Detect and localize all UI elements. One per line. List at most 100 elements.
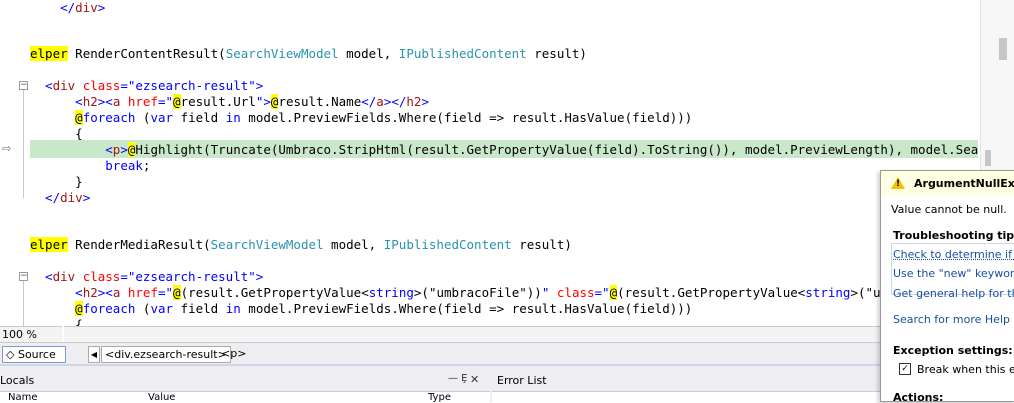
scrollbar-thumb[interactable] xyxy=(999,38,1007,60)
column-type-header[interactable]: Type xyxy=(428,392,451,403)
code-token: SearchViewModel xyxy=(225,46,339,61)
code-line[interactable]: </div> xyxy=(30,0,105,16)
locals-title[interactable]: Locals xyxy=(0,374,34,387)
exception-message: Value cannot be null. xyxy=(891,203,1007,216)
code-token: foreach xyxy=(82,301,136,316)
code-token: foreach xyxy=(82,110,136,125)
code-line[interactable]: </div> xyxy=(30,190,90,206)
code-token: in xyxy=(225,110,241,125)
column-value-header[interactable]: Value xyxy=(148,392,175,403)
breadcrumb-back-icon[interactable]: ◀ xyxy=(88,346,100,363)
code-line[interactable]: break; xyxy=(30,158,150,174)
code-token: @ xyxy=(173,94,181,109)
code-token: model.PreviewFields.Where(field => resul… xyxy=(240,110,693,125)
code-token: > xyxy=(421,94,429,109)
tip-link[interactable]: Use the "new" keyword xyxy=(893,267,1014,280)
exception-title: ArgumentNullExc xyxy=(914,177,1014,190)
code-token: ></ xyxy=(383,94,407,109)
collapse-toggle[interactable]: − xyxy=(19,272,28,281)
code-token: { xyxy=(30,126,83,141)
scrollbar-thumb[interactable] xyxy=(985,150,991,166)
error-list-title[interactable]: Error List xyxy=(497,374,547,387)
code-token: > xyxy=(97,0,106,15)
tip-link[interactable]: Get general help for this xyxy=(893,287,1014,300)
code-token: SearchViewModel xyxy=(210,237,324,252)
breadcrumb-item[interactable]: <p> xyxy=(218,346,249,361)
code-token: string xyxy=(368,285,414,300)
code-token: model.PreviewFields.Where(field => resul… xyxy=(240,301,693,316)
locals-header-row: Name Value Type xyxy=(0,391,490,403)
code-token: < xyxy=(30,269,53,284)
pin-icon[interactable]: — Ȩ xyxy=(448,373,468,384)
break-checkbox[interactable]: ✓ xyxy=(899,363,911,375)
settings-title: Exception settings: xyxy=(893,344,1013,357)
code-token: model, xyxy=(323,237,384,252)
code-token: elper xyxy=(30,237,68,252)
code-token: > xyxy=(82,190,91,205)
code-token: RenderContentResult( xyxy=(67,46,226,61)
close-icon[interactable]: ✕ xyxy=(470,373,479,386)
code-token: IPublishedContent xyxy=(383,237,512,252)
zoom-level[interactable]: 100 % xyxy=(0,326,62,343)
code-line[interactable]: @foreach (var field in model.PreviewFiel… xyxy=(30,301,692,317)
code-token: class xyxy=(82,78,121,93)
code-line[interactable]: <div class="ezsearch-result"> xyxy=(30,78,263,94)
code-token: IPublishedContent xyxy=(398,46,527,61)
exception-assistant-popup: ! ArgumentNullExc Value cannot be null. … xyxy=(880,170,1014,402)
code-line[interactable]: @foreach (var field in model.PreviewFiel… xyxy=(30,110,692,126)
code-token: result) xyxy=(511,237,572,252)
horizontal-scrollbar[interactable] xyxy=(64,326,880,343)
code-token: =" xyxy=(594,285,610,300)
code-token: >< xyxy=(97,285,113,300)
break-label: Break when this ex xyxy=(917,363,1014,376)
code-line[interactable]: <h2><a href="@(result.GetPropertyValue<s… xyxy=(30,285,948,301)
code-token: >("umbracoFile")) xyxy=(413,285,542,300)
code-token: </ xyxy=(30,190,61,205)
code-token: href xyxy=(127,94,158,109)
code-token: field xyxy=(173,110,226,125)
code-token: (result.GetPropertyValue< xyxy=(617,285,806,300)
code-token: ; xyxy=(142,158,151,173)
outline-line xyxy=(23,277,24,326)
code-token: < xyxy=(30,94,83,109)
code-line[interactable]: } xyxy=(30,174,83,190)
code-line[interactable]: elper RenderContentResult(SearchViewMode… xyxy=(30,46,587,62)
code-token: "> xyxy=(255,94,271,109)
column-name-header[interactable]: Name xyxy=(8,392,38,403)
code-line[interactable]: elper RenderMediaResult(SearchViewModel … xyxy=(30,237,572,253)
code-token: @ xyxy=(609,285,618,300)
breadcrumb-item[interactable]: <div.ezsearch-result> xyxy=(101,346,231,363)
code-token: break xyxy=(105,158,143,173)
source-view-button[interactable]: ◇ Source xyxy=(2,346,66,363)
code-line[interactable]: { xyxy=(30,317,83,326)
code-token: > xyxy=(120,142,128,157)
breakpoint-arrow-icon: ⇨ xyxy=(2,142,12,155)
code-token: < xyxy=(30,285,83,300)
warning-mark: ! xyxy=(896,179,901,189)
code-token: " xyxy=(541,285,557,300)
code-line[interactable]: <p>@Highlight(Truncate(Umbraco.StripHtml… xyxy=(30,142,980,158)
code-line[interactable]: <div class="ezsearch-result"> xyxy=(30,269,263,285)
code-token: { xyxy=(30,317,83,326)
code-token: @ xyxy=(75,110,83,125)
code-token: result) xyxy=(526,46,587,61)
code-token: Highlight(Truncate(Umbraco.StripHtml(res… xyxy=(135,142,980,157)
code-token: var xyxy=(150,110,174,125)
code-token: string xyxy=(805,285,851,300)
code-token: < xyxy=(30,78,53,93)
code-line[interactable]: <h2><a href="@result.Url">@result.Name</… xyxy=(30,94,429,110)
code-token: div xyxy=(52,78,76,93)
code-editor[interactable]: − − ⇨ </div> elper RenderContentResult(Se… xyxy=(0,0,980,326)
code-token: >< xyxy=(97,94,113,109)
code-line[interactable]: { xyxy=(30,126,83,142)
tip-link[interactable]: Check to determine if th xyxy=(893,248,1014,261)
code-token: RenderMediaResult( xyxy=(67,237,211,252)
collapse-toggle[interactable]: − xyxy=(19,81,28,90)
search-help-link[interactable]: Search for more Help On xyxy=(893,313,1014,326)
